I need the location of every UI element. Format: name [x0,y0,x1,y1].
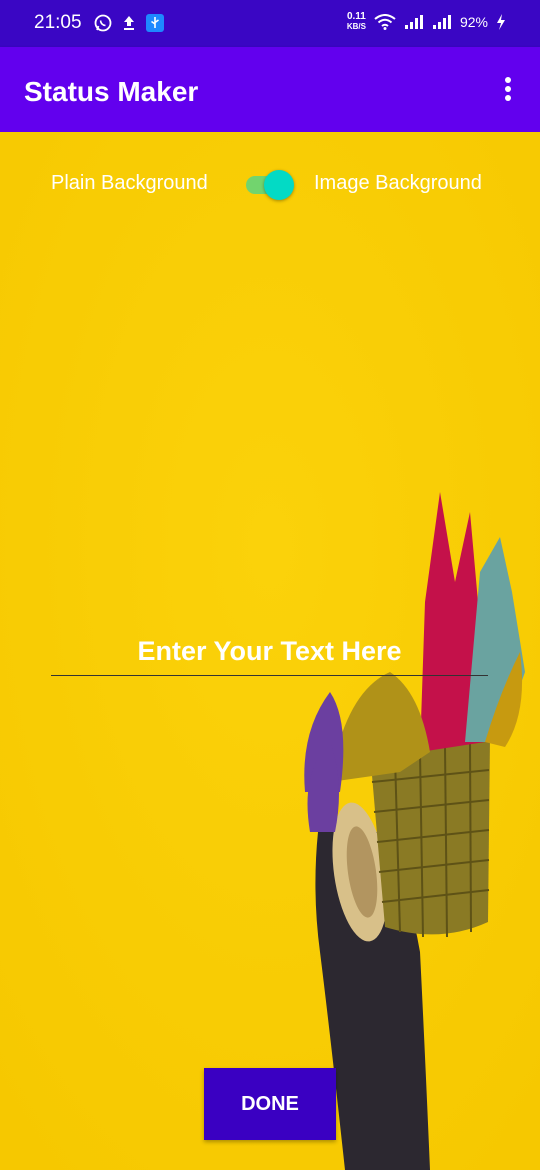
background-toggle-row: Plain Background Image Background [0,166,540,200]
charging-icon [497,14,505,30]
upload-icon [124,16,134,30]
system-icons: 0.11 KB/S 92% [347,12,506,32]
app-bar: Status Maker [0,47,540,132]
whatsapp-icon [94,14,112,32]
status-text-input[interactable]: Enter Your Text Here [51,630,488,676]
status-time: 21:05 [34,12,82,33]
overflow-menu-icon[interactable] [502,77,514,103]
status-bar: 21:05 0.11 KB/S 92% [0,0,540,47]
switch-thumb [264,170,294,200]
battery-percent: 92% [459,14,488,30]
plain-background-label[interactable]: Plain Background [51,172,208,195]
usb-icon [146,14,164,32]
background-switch[interactable] [246,170,294,200]
done-button[interactable]: DONE [204,1068,336,1140]
image-background-label[interactable]: Image Background [314,172,482,195]
wifi-icon [374,14,396,30]
notification-icons [94,14,164,32]
app-title: Status Maker [24,76,199,107]
signal-icon [404,15,423,29]
network-speed: 0.11 KB/S [346,11,366,32]
text-input-placeholder: Enter Your Text Here [137,636,402,666]
signal-icon-2 [432,15,451,29]
